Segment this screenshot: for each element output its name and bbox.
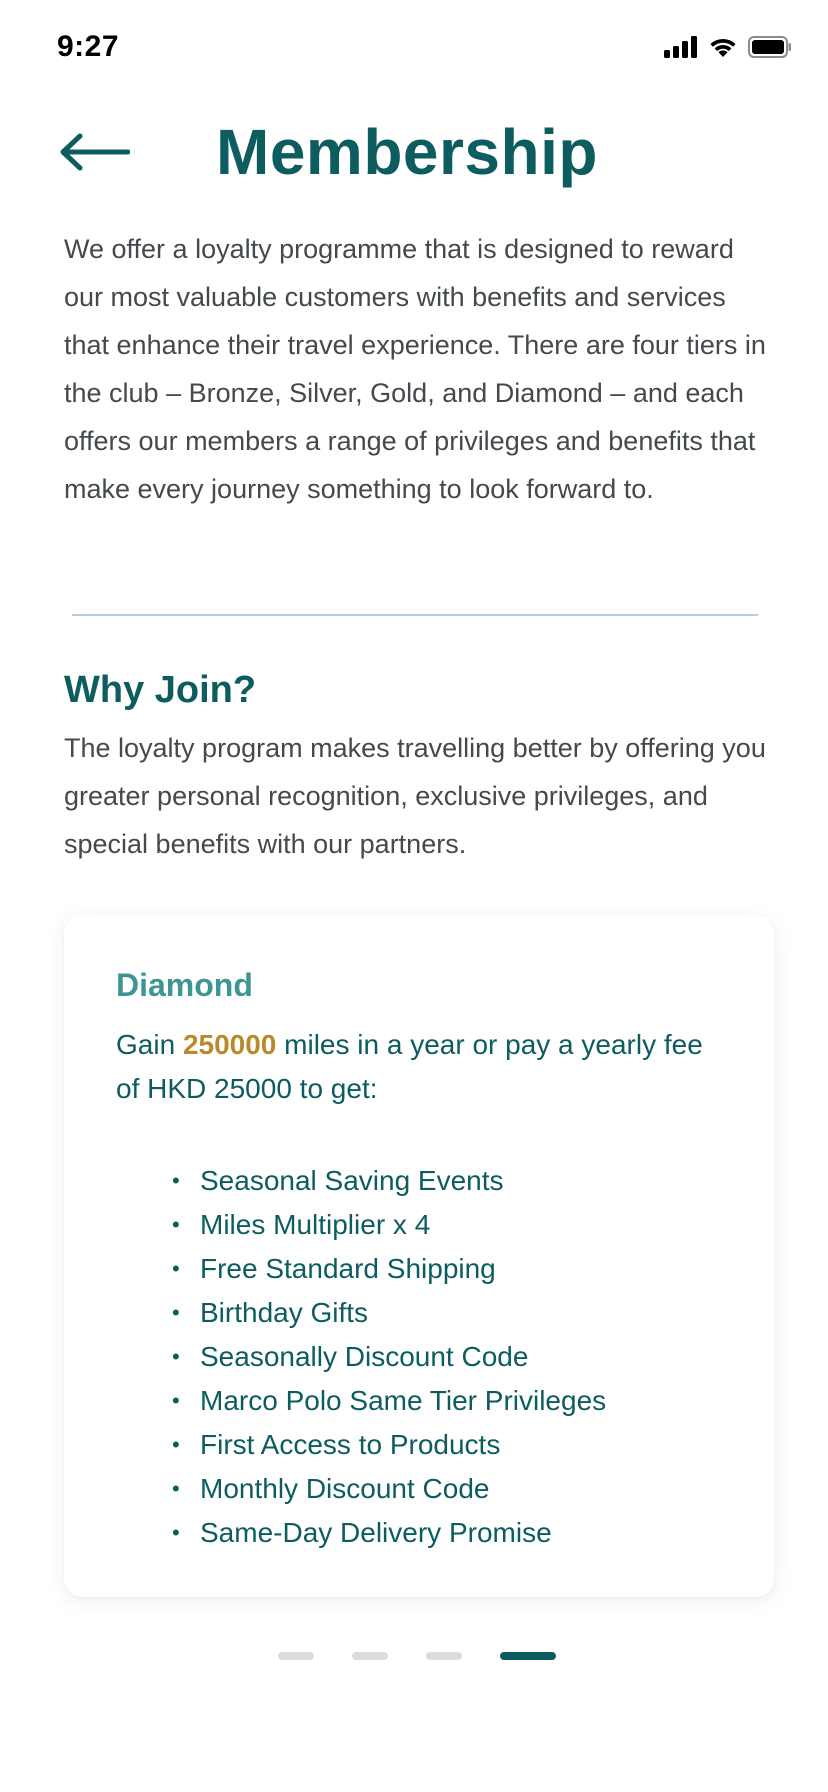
back-button[interactable] — [58, 127, 130, 177]
divider — [72, 614, 758, 616]
page-dot-3[interactable] — [426, 1652, 462, 1660]
arrow-left-icon — [60, 133, 130, 171]
status-bar: 9:27 — [0, 0, 828, 100]
intro-text: We offer a loyalty programme that is des… — [64, 234, 766, 504]
tier-miles-value: 250000 — [182, 1029, 277, 1060]
page-dot-1[interactable] — [278, 1652, 314, 1660]
tier-name: Diamond — [116, 967, 253, 1003]
benefit-item: Birthday Gifts — [172, 1291, 722, 1335]
benefit-item: Free Standard Shipping — [172, 1247, 722, 1291]
tier-description: Gain 250000 miles in a year or pay a yea… — [116, 1023, 722, 1111]
why-join-title: Why Join? — [64, 669, 257, 711]
tier-card: Diamond Gain 250000 miles in a year or p… — [64, 915, 774, 1597]
battery-icon — [748, 36, 791, 58]
benefit-item: Monthly Discount Code — [172, 1467, 722, 1511]
why-join-text: The loyalty program makes travelling bet… — [64, 733, 766, 859]
wifi-icon — [710, 38, 736, 57]
tier-desc-prefix: Gain — [116, 1029, 183, 1060]
page-dot-4-active[interactable] — [500, 1652, 556, 1660]
page-indicator — [278, 1652, 556, 1660]
header: Membership — [58, 112, 598, 192]
status-icons — [664, 36, 792, 58]
benefit-item: Seasonally Discount Code — [172, 1335, 722, 1379]
benefit-item: Seasonal Saving Events — [172, 1159, 722, 1203]
benefit-item: Same-Day Delivery Promise — [172, 1511, 722, 1555]
benefit-list: Seasonal Saving Events Miles Multiplier … — [116, 1159, 722, 1555]
benefit-item: Marco Polo Same Tier Privileges — [172, 1379, 722, 1423]
benefit-item: Miles Multiplier x 4 — [172, 1203, 722, 1247]
page-dot-2[interactable] — [352, 1652, 388, 1660]
status-time: 9:27 — [57, 30, 120, 63]
benefit-item: First Access to Products — [172, 1423, 722, 1467]
page-title: Membership — [216, 116, 598, 188]
signal-icon — [664, 36, 697, 58]
